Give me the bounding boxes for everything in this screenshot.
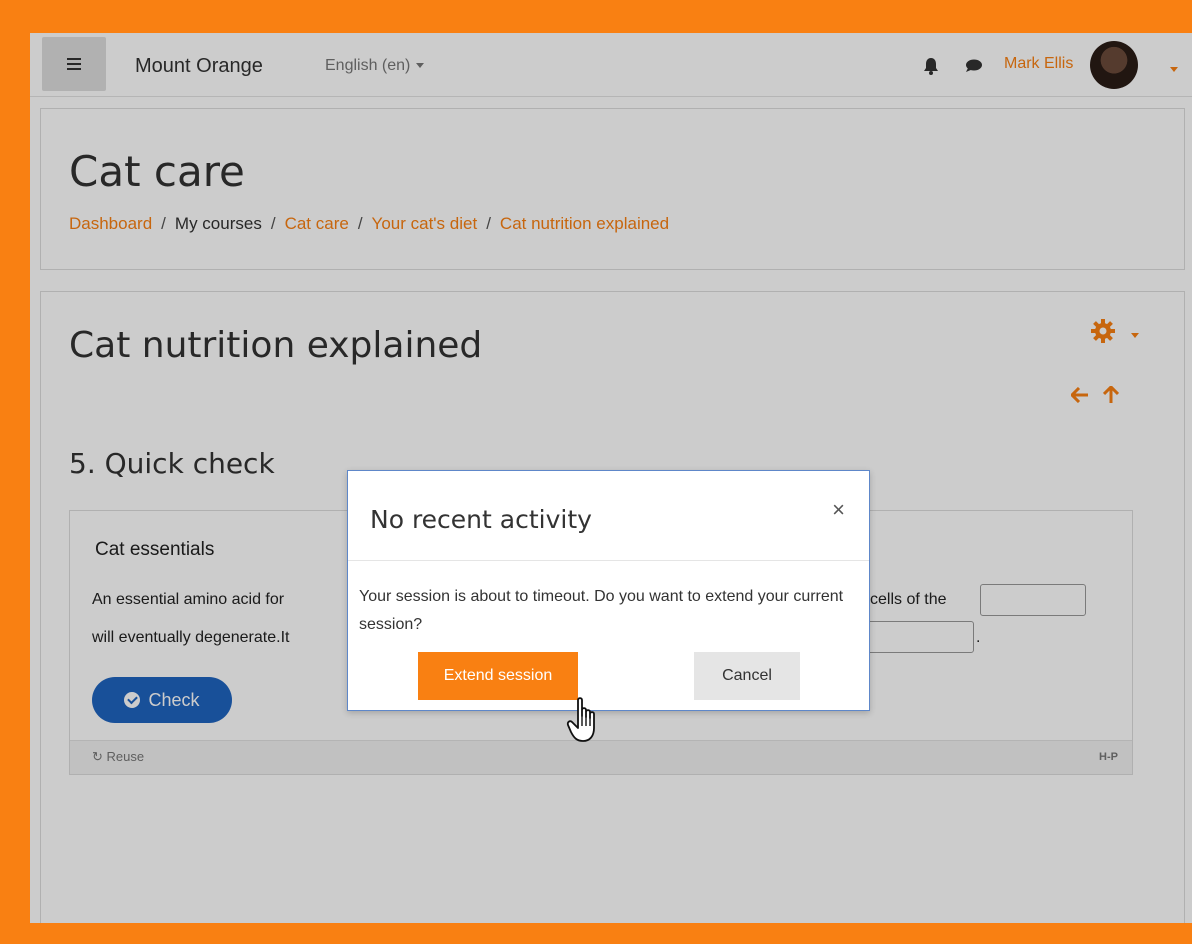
extend-session-button[interactable]: Extend session (418, 652, 578, 700)
modal-title: No recent activity (370, 505, 592, 534)
modal-header: No recent activity × (348, 471, 869, 561)
close-icon[interactable]: × (832, 499, 845, 521)
hand-cursor-icon (566, 696, 606, 749)
screen: Mount Orange English (en) Mark Ellis Cat… (30, 33, 1192, 923)
session-timeout-dialog: No recent activity × Your session is abo… (347, 470, 870, 711)
cancel-button[interactable]: Cancel (694, 652, 800, 700)
modal-body: Your session is about to timeout. Do you… (359, 588, 844, 633)
